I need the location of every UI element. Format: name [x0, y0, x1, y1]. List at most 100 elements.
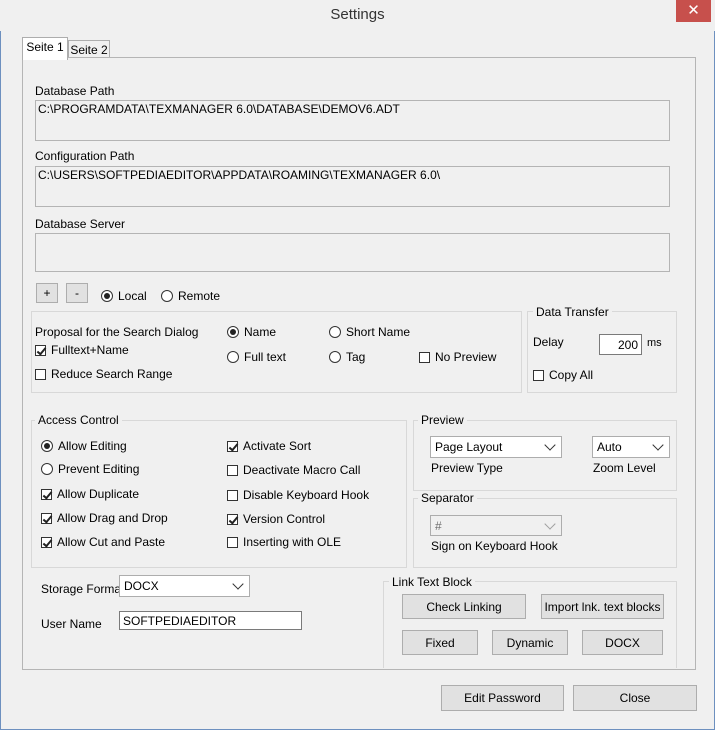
- fulltext-name-checkbox[interactable]: Fulltext+Name: [35, 343, 129, 357]
- full-text-radio[interactable]: Full text: [227, 350, 286, 364]
- short-name-radio-indicator: [329, 326, 341, 338]
- name-radio-label: Name: [244, 325, 277, 339]
- version-control-label: Version Control: [243, 512, 326, 526]
- short-name-radio-label: Short Name: [346, 325, 411, 339]
- preview-title: Preview: [418, 413, 467, 427]
- allow-duplicate-label: Allow Duplicate: [57, 487, 140, 501]
- no-preview-label: No Preview: [435, 350, 497, 364]
- copy-all-checkbox[interactable]: Copy All: [533, 368, 593, 382]
- allow-cut-paste-label: Allow Cut and Paste: [57, 535, 166, 549]
- delay-unit: ms: [647, 337, 662, 349]
- zoom-level-value: Auto: [597, 440, 622, 454]
- chevron-down-icon: [232, 578, 244, 590]
- database-server-label: Database Server: [35, 217, 126, 231]
- local-radio[interactable]: Local: [101, 289, 147, 303]
- tag-radio-indicator: [329, 351, 341, 363]
- configuration-path-field[interactable]: C:\USERS\SOFTPEDIAEDITOR\APPDATA\ROAMING…: [35, 166, 670, 207]
- short-name-radio[interactable]: Short Name: [329, 325, 410, 339]
- allow-drag-drop-check: [41, 512, 52, 524]
- separator-title: Separator: [418, 491, 477, 505]
- window-close-button[interactable]: ✕: [676, 0, 711, 22]
- access-control-title: Access Control: [35, 413, 122, 427]
- remote-radio[interactable]: Remote: [161, 289, 220, 303]
- delay-label: Delay: [533, 335, 564, 349]
- remote-radio-indicator: [161, 290, 173, 302]
- version-control-checkbox[interactable]: Version Control: [227, 512, 325, 526]
- tag-radio[interactable]: Tag: [329, 350, 365, 364]
- close-button[interactable]: Close: [573, 685, 697, 711]
- allow-cut-paste-checkbox[interactable]: Allow Cut and Paste: [41, 535, 165, 549]
- chevron-down-icon: [544, 439, 556, 451]
- preview-type-dropdown[interactable]: Page Layout: [430, 436, 562, 458]
- check-linking-button[interactable]: Check Linking: [402, 594, 526, 619]
- database-path-field[interactable]: C:\PROGRAMDATA\TEXMANAGER 6.0\DATABASE\D…: [35, 100, 670, 141]
- zoom-level-label: Zoom Level: [593, 461, 656, 475]
- delay-input[interactable]: 200: [599, 334, 642, 355]
- prevent-editing-radio-indicator: [41, 463, 53, 475]
- allow-editing-label: Allow Editing: [58, 439, 127, 453]
- storage-format-label: Storage Format: [41, 582, 125, 596]
- activate-sort-checkbox[interactable]: Activate Sort: [227, 439, 311, 453]
- allow-editing-radio-indicator: [41, 440, 53, 452]
- remove-server-button[interactable]: -: [66, 283, 88, 303]
- user-name-input[interactable]: SOFTPEDIAEDITOR: [119, 611, 302, 630]
- allow-drag-drop-checkbox[interactable]: Allow Drag and Drop: [41, 511, 168, 525]
- tab-seite-1[interactable]: Seite 1: [22, 37, 68, 60]
- dynamic-button[interactable]: Dynamic: [492, 630, 568, 655]
- full-text-radio-indicator: [227, 351, 239, 363]
- separator-dropdown[interactable]: #: [430, 515, 562, 536]
- inserting-ole-check: [227, 536, 238, 548]
- copy-all-check: [533, 369, 544, 381]
- data-transfer-title: Data Transfer: [533, 305, 612, 319]
- chevron-down-icon: [544, 517, 556, 530]
- deactivate-macro-label: Deactivate Macro Call: [243, 463, 361, 477]
- link-text-block-title: Link Text Block: [389, 575, 475, 589]
- chevron-down-icon: [652, 439, 664, 451]
- deactivate-macro-checkbox[interactable]: Deactivate Macro Call: [227, 463, 360, 477]
- reduce-search-range-check: [35, 368, 46, 380]
- local-radio-label: Local: [118, 289, 147, 303]
- prevent-editing-label: Prevent Editing: [58, 462, 140, 476]
- import-text-blocks-button[interactable]: Import lnk. text blocks: [541, 594, 664, 619]
- prevent-editing-radio[interactable]: Prevent Editing: [41, 462, 139, 476]
- inserting-ole-checkbox[interactable]: Inserting with OLE: [227, 535, 341, 549]
- edit-password-button[interactable]: Edit Password: [441, 685, 564, 711]
- separator-value: #: [435, 518, 442, 533]
- allow-duplicate-checkbox[interactable]: Allow Duplicate: [41, 487, 139, 501]
- disable-keyboard-hook-checkbox[interactable]: Disable Keyboard Hook: [227, 488, 369, 502]
- local-radio-indicator: [101, 290, 113, 302]
- zoom-level-dropdown[interactable]: Auto: [592, 436, 670, 458]
- fixed-button[interactable]: Fixed: [402, 630, 478, 655]
- user-name-label: User Name: [41, 617, 102, 631]
- no-preview-check: [419, 351, 430, 363]
- docx-button[interactable]: DOCX: [582, 630, 663, 655]
- fulltext-name-check: [35, 344, 46, 356]
- allow-editing-radio[interactable]: Allow Editing: [41, 439, 127, 453]
- fulltext-name-label: Fulltext+Name: [51, 343, 129, 357]
- window-title: Settings: [330, 6, 385, 23]
- full-text-radio-label: Full text: [244, 350, 287, 364]
- add-server-button[interactable]: +: [36, 283, 58, 303]
- remote-radio-label: Remote: [178, 289, 221, 303]
- database-path-label: Database Path: [35, 84, 115, 98]
- allow-cut-paste-check: [41, 536, 52, 548]
- activate-sort-label: Activate Sort: [243, 439, 312, 453]
- copy-all-label: Copy All: [549, 368, 594, 382]
- disable-keyboard-hook-check: [227, 489, 238, 501]
- database-server-field[interactable]: [35, 233, 670, 272]
- reduce-search-range-checkbox[interactable]: Reduce Search Range: [35, 367, 172, 381]
- inserting-ole-label: Inserting with OLE: [243, 535, 342, 549]
- storage-format-value: DOCX: [124, 579, 159, 593]
- configuration-path-label: Configuration Path: [35, 149, 135, 163]
- allow-drag-drop-label: Allow Drag and Drop: [57, 511, 168, 525]
- version-control-check: [227, 513, 238, 525]
- storage-format-dropdown[interactable]: DOCX: [119, 575, 250, 597]
- disable-keyboard-hook-label: Disable Keyboard Hook: [243, 488, 370, 502]
- name-radio[interactable]: Name: [227, 325, 276, 339]
- no-preview-checkbox[interactable]: No Preview: [419, 350, 496, 364]
- search-dialog-group-title: Proposal for the Search Dialog: [32, 325, 202, 339]
- close-icon: ✕: [687, 2, 700, 19]
- allow-duplicate-check: [41, 488, 52, 500]
- tag-radio-label: Tag: [346, 350, 366, 364]
- separator-label: Sign on Keyboard Hook: [431, 539, 558, 553]
